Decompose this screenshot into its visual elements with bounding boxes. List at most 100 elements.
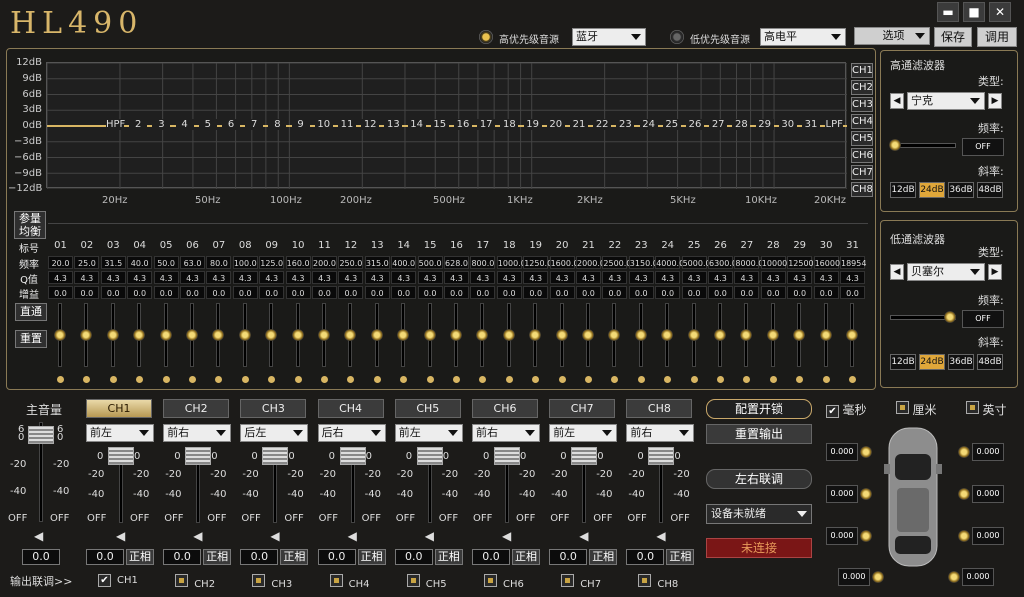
- band-marker[interactable]: 10: [314, 119, 333, 130]
- band-q[interactable]: 4.3: [496, 271, 522, 284]
- channel-fader-handle[interactable]: [571, 447, 598, 465]
- channel-tab-ch1[interactable]: CH1: [86, 399, 152, 418]
- band-gain[interactable]: 0.0: [391, 286, 417, 299]
- band-frequency[interactable]: 1000.0: [496, 256, 526, 269]
- band-marker[interactable]: 27: [709, 119, 728, 130]
- band-frequency[interactable]: 5000.0: [681, 256, 711, 269]
- lpf-slope-48dB[interactable]: 48dB: [977, 354, 1003, 370]
- band-gain[interactable]: 0.0: [312, 286, 337, 299]
- delay-speaker-icon[interactable]: [958, 530, 970, 542]
- band-q[interactable]: 4.3: [655, 271, 681, 284]
- band-marker[interactable]: 31: [802, 119, 820, 130]
- channel-position-select[interactable]: 前右: [472, 424, 540, 442]
- channel-tab-ch4[interactable]: CH4: [317, 399, 384, 418]
- band-q[interactable]: 4.3: [602, 271, 628, 284]
- band-q[interactable]: 4.3: [48, 271, 73, 284]
- band-frequency[interactable]: 1250.0: [523, 256, 552, 269]
- channel-phase-button[interactable]: 正相: [126, 549, 154, 565]
- band-marker[interactable]: 29: [755, 119, 774, 130]
- band-marker[interactable]: 21: [570, 119, 588, 130]
- link-channel-ch4[interactable]: CH4: [329, 574, 369, 590]
- unit-cm-option[interactable]: 厘米: [896, 401, 937, 418]
- lpf-slope-12dB[interactable]: 12dB: [890, 354, 916, 370]
- band-marker[interactable]: 16: [454, 119, 472, 130]
- channel-volume-value[interactable]: 0.0: [472, 549, 510, 565]
- band-q[interactable]: 4.3: [523, 271, 549, 284]
- band-gain[interactable]: 0.0: [127, 286, 153, 299]
- channel-position-select[interactable]: 前左: [86, 424, 154, 442]
- reset-output-button[interactable]: 重置输出: [706, 424, 812, 444]
- lr-link-button[interactable]: 左右联调: [706, 469, 812, 489]
- band-q[interactable]: 4.3: [100, 271, 126, 284]
- band-gain[interactable]: 0.0: [364, 286, 390, 299]
- band-slider-knob[interactable]: [106, 329, 119, 341]
- band-q[interactable]: 4.3: [760, 271, 786, 284]
- band-frequency[interactable]: 800.0: [470, 256, 496, 269]
- band-marker[interactable]: LPF: [825, 119, 844, 130]
- band-frequency[interactable]: 50.0: [153, 256, 179, 269]
- lpf-slope-24dB[interactable]: 24dB: [919, 354, 945, 370]
- master-fader-handle[interactable]: [28, 426, 54, 444]
- band-slider-knob[interactable]: [766, 329, 779, 341]
- band-gain[interactable]: 0.0: [338, 286, 364, 299]
- band-gain[interactable]: 0.0: [153, 286, 179, 299]
- channel-tab-ch7[interactable]: CH7: [549, 399, 616, 418]
- band-frequency[interactable]: 500.0: [417, 256, 443, 269]
- delay-speaker-icon[interactable]: [958, 488, 970, 500]
- band-frequency[interactable]: 200.0: [312, 256, 337, 269]
- low-priority-radio-icon[interactable]: [670, 30, 684, 44]
- band-gain[interactable]: 0.0: [813, 286, 839, 299]
- delay-value[interactable]: 0.000: [826, 485, 858, 503]
- band-marker[interactable]: 14: [407, 119, 426, 130]
- channel-position-select[interactable]: 前左: [549, 424, 618, 442]
- link-channel-ch7[interactable]: CH7: [561, 574, 601, 590]
- band-slider-knob[interactable]: [846, 329, 858, 341]
- band-q[interactable]: 4.3: [787, 271, 813, 284]
- band-q[interactable]: 4.3: [312, 271, 337, 284]
- graph-channel-button[interactable]: CH6: [851, 148, 873, 163]
- hpf-prev-button[interactable]: ◀: [890, 93, 904, 109]
- band-gain[interactable]: 0.0: [549, 286, 575, 299]
- band-slider-knob[interactable]: [238, 329, 251, 341]
- band-q[interactable]: 4.3: [74, 271, 100, 284]
- band-gain[interactable]: 0.0: [206, 286, 232, 299]
- link-channel-ch1[interactable]: ✔ CH1: [98, 574, 138, 587]
- band-frequency[interactable]: 3150.0: [628, 256, 658, 269]
- band-gain[interactable]: 0.0: [444, 286, 469, 299]
- band-marker[interactable]: 15: [430, 119, 449, 130]
- band-frequency[interactable]: 10000: [760, 256, 787, 269]
- band-gain[interactable]: 0.0: [708, 286, 733, 299]
- high-priority-radio-icon[interactable]: [479, 30, 493, 44]
- band-slider-knob[interactable]: [687, 329, 700, 341]
- band-slider-knob[interactable]: [582, 329, 594, 341]
- band-slider-knob[interactable]: [54, 329, 66, 341]
- band-frequency[interactable]: 250.0: [338, 256, 364, 269]
- delay-speaker-icon[interactable]: [872, 571, 884, 583]
- delay-speaker-icon[interactable]: [860, 488, 872, 500]
- graph-channel-button[interactable]: CH3: [851, 97, 873, 112]
- peq-mode-button[interactable]: 参量 均衡: [14, 211, 46, 239]
- band-marker[interactable]: 28: [732, 119, 751, 130]
- channel-phase-button[interactable]: 正相: [357, 549, 386, 565]
- band-marker[interactable]: 7: [245, 119, 264, 130]
- band-gain[interactable]: 0.0: [259, 286, 285, 299]
- band-q[interactable]: 4.3: [708, 271, 733, 284]
- delay-speaker-icon[interactable]: [860, 446, 872, 458]
- band-marker[interactable]: 19: [523, 119, 542, 130]
- band-q[interactable]: 4.3: [681, 271, 707, 284]
- low-priority-select[interactable]: 高电平: [760, 28, 846, 46]
- band-frequency[interactable]: 12500: [787, 256, 814, 269]
- band-q[interactable]: 4.3: [180, 271, 205, 284]
- band-slider-knob[interactable]: [450, 329, 462, 341]
- band-q[interactable]: 4.3: [206, 271, 232, 284]
- link-channel-ch3[interactable]: CH3: [252, 574, 292, 590]
- graph-channel-button[interactable]: CH5: [851, 131, 873, 146]
- channel-position-select[interactable]: 后右: [317, 424, 386, 442]
- band-slider-knob[interactable]: [159, 329, 172, 341]
- minimize-button[interactable]: ▬: [937, 2, 959, 22]
- channel-volume-value[interactable]: 0.0: [163, 549, 202, 565]
- band-q[interactable]: 4.3: [338, 271, 364, 284]
- lpf-slope-36dB[interactable]: 36dB: [948, 354, 974, 370]
- maximize-button[interactable]: ■: [963, 2, 985, 22]
- channel-phase-button[interactable]: 正相: [589, 549, 618, 565]
